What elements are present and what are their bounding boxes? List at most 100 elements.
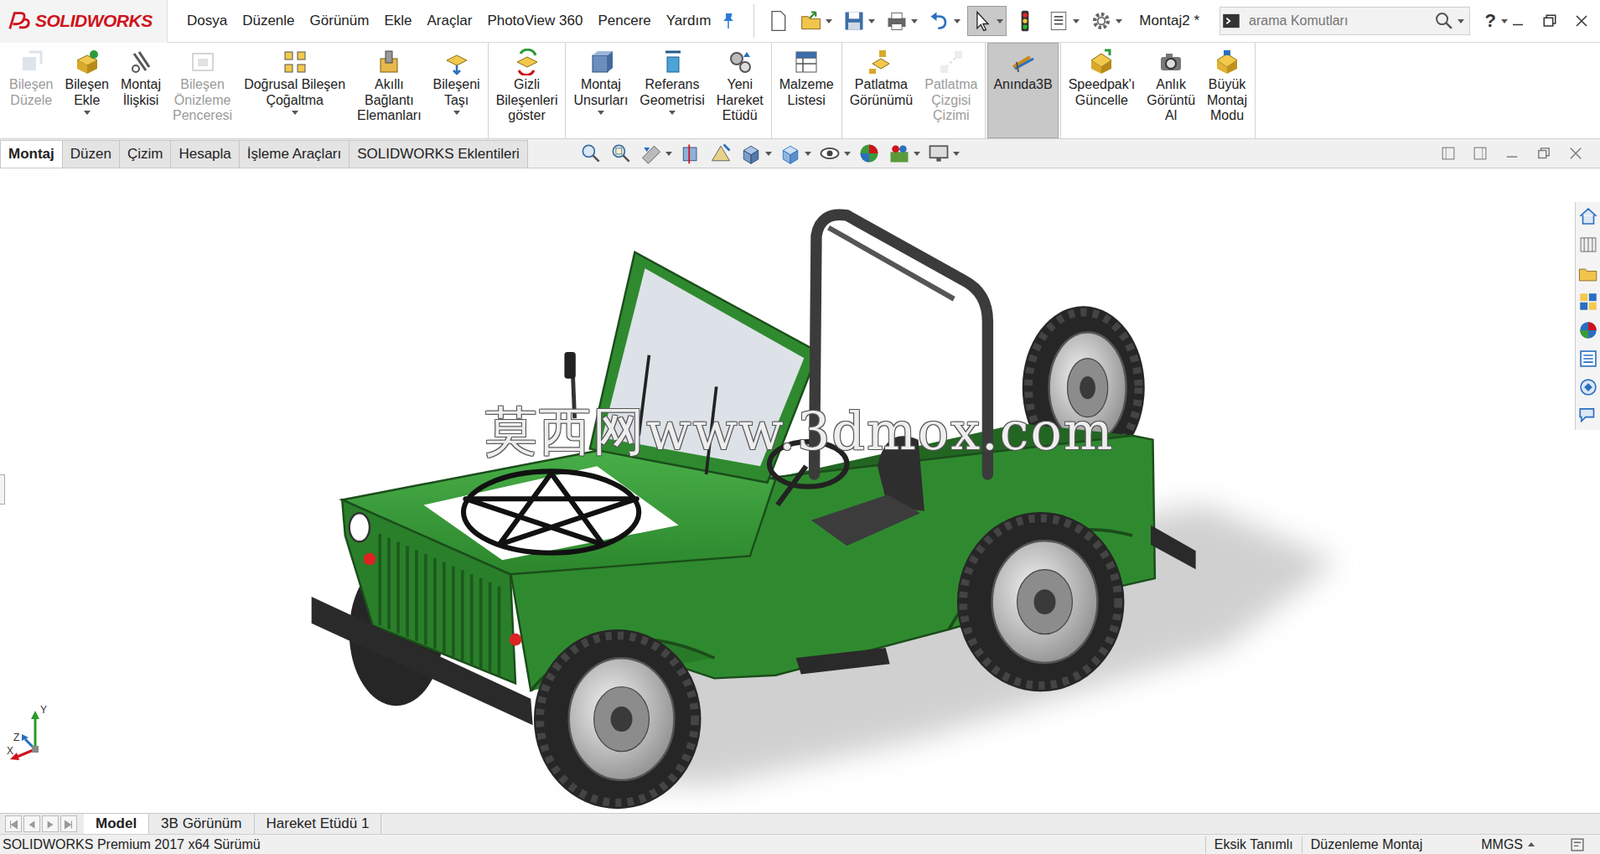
- save-icon[interactable]: [842, 9, 866, 33]
- restore-icon[interactable]: [1539, 10, 1560, 32]
- command-icon[interactable]: [1087, 48, 1116, 76]
- command-icon[interactable]: [280, 48, 310, 76]
- view-tool-button[interactable]: [818, 141, 851, 166]
- view-tool-button[interactable]: [887, 141, 921, 166]
- ribbon-button[interactable]: BileşenÖnizlemePenceresi: [166, 42, 239, 139]
- logo[interactable]: SOLIDWORKS: [0, 0, 168, 43]
- view-tool-button[interactable]: [926, 141, 960, 166]
- new-document-icon[interactable]: [766, 9, 790, 33]
- jeep-model[interactable]: [0, 168, 1600, 813]
- command-tab[interactable]: Çizim: [119, 139, 172, 168]
- rebuild-icon[interactable]: [1013, 9, 1037, 33]
- view-tool-button[interactable]: [857, 141, 881, 166]
- view-tool-button[interactable]: [678, 141, 703, 166]
- minimize-icon[interactable]: [1507, 10, 1528, 32]
- ribbon-button[interactable]: BüyükMontajModu: [1201, 42, 1254, 139]
- units-selector[interactable]: MMGS: [1472, 836, 1544, 854]
- command-icon[interactable]: [586, 48, 616, 76]
- previous-tab-icon[interactable]: [23, 815, 41, 833]
- command-icon[interactable]: [725, 48, 755, 76]
- zoom-area-icon[interactable]: [609, 141, 633, 166]
- ribbon-button[interactable]: PatlatmaÇizgisiÇizimi: [918, 42, 984, 139]
- file-explorer-icon[interactable]: [1577, 262, 1600, 285]
- quick-access-button[interactable]: [1043, 5, 1083, 37]
- dropdown-arrow-icon[interactable]: [597, 110, 605, 115]
- ribbon-button[interactable]: BileşeniTaşı: [427, 42, 487, 139]
- help-button[interactable]: ?: [1485, 10, 1497, 32]
- display-style-icon[interactable]: [778, 141, 803, 166]
- ribbon-button[interactable]: PatlatmaGörünümü: [844, 42, 920, 139]
- graphics-area[interactable]: 莫西网www.3dmox.comYZX: [0, 168, 1600, 813]
- ribbon-button[interactable]: AkıllıBağlantıElemanları: [351, 42, 427, 139]
- hide-show-icon[interactable]: [818, 141, 842, 166]
- dropdown-arrow-icon[interactable]: [291, 110, 299, 115]
- undo-icon[interactable]: [927, 9, 952, 33]
- doc-close-icon[interactable]: [1566, 144, 1585, 163]
- customize-icon[interactable]: [1568, 835, 1587, 854]
- ribbon-button[interactable]: GizliBileşenlerigöster: [490, 42, 565, 139]
- model-tab[interactable]: Hareket Etüdü 1: [254, 813, 383, 834]
- dropdown-arrow-icon[interactable]: [83, 110, 91, 115]
- home-icon[interactable]: [1577, 205, 1600, 228]
- view-palette-icon[interactable]: [1577, 290, 1600, 313]
- command-icon[interactable]: [866, 48, 896, 76]
- appearances-icon[interactable]: [1577, 319, 1600, 342]
- command-icon[interactable]: [374, 48, 404, 76]
- resources-icon[interactable]: [1577, 376, 1600, 399]
- quick-access-button[interactable]: [924, 5, 964, 37]
- command-icon[interactable]: [1009, 48, 1038, 76]
- quick-access-button[interactable]: [762, 5, 793, 37]
- file-properties-icon[interactable]: [1046, 9, 1071, 33]
- tile-left-icon[interactable]: [1439, 144, 1458, 163]
- design-library-icon[interactable]: [1577, 233, 1600, 256]
- command-tab[interactable]: Düzen: [62, 139, 120, 168]
- appearance-icon[interactable]: [857, 141, 881, 166]
- doc-minimize-icon[interactable]: [1502, 144, 1522, 163]
- command-tab[interactable]: Montaj: [0, 139, 63, 168]
- command-icon[interactable]: [512, 48, 542, 76]
- quick-access-button[interactable]: [1009, 5, 1041, 37]
- doc-restore-icon[interactable]: [1534, 144, 1554, 163]
- display-settings-icon[interactable]: [926, 141, 951, 166]
- quick-access-button[interactable]: [881, 5, 922, 37]
- ribbon-button[interactable]: BileşenEkle: [58, 42, 114, 139]
- ribbon-button[interactable]: ReferansGeometrisi: [633, 42, 710, 139]
- menu-item[interactable]: Yardım: [658, 12, 720, 30]
- close-icon[interactable]: [1571, 10, 1592, 32]
- quick-access-button[interactable]: [967, 5, 1007, 37]
- ribbon-button[interactable]: MalzemeListesi: [773, 42, 840, 139]
- command-icon[interactable]: [72, 48, 102, 76]
- menu-item[interactable]: Görünüm: [302, 12, 378, 30]
- forum-icon[interactable]: [1577, 404, 1600, 427]
- ribbon-button[interactable]: AnlıkGörüntüAl: [1140, 42, 1202, 139]
- view-tool-button[interactable]: [579, 141, 603, 166]
- command-search-icon[interactable]: [1220, 10, 1243, 32]
- print-icon[interactable]: [885, 9, 909, 33]
- model-tab[interactable]: 3B Görünüm: [149, 813, 254, 834]
- options-icon[interactable]: [1089, 9, 1114, 33]
- command-icon[interactable]: [188, 48, 218, 76]
- previous-view-icon[interactable]: [639, 141, 663, 166]
- command-tab[interactable]: İşleme Araçları: [238, 139, 350, 168]
- custom-properties-icon[interactable]: [1577, 347, 1600, 370]
- dynamic-annotation-icon[interactable]: [709, 141, 733, 166]
- command-tab[interactable]: Hesapla: [170, 139, 239, 168]
- view-tool-button[interactable]: [639, 141, 673, 166]
- dropdown-arrow-icon[interactable]: [453, 110, 461, 115]
- menu-item[interactable]: Pencere: [590, 12, 658, 30]
- ribbon-button[interactable]: Speedpak'ıGüncelle: [1062, 42, 1142, 139]
- model-tab[interactable]: Model: [83, 813, 150, 834]
- view-orientation-icon[interactable]: [739, 141, 763, 166]
- command-icon[interactable]: [1156, 48, 1186, 76]
- scene-icon[interactable]: [887, 141, 912, 166]
- command-icon[interactable]: [657, 48, 687, 76]
- open-icon[interactable]: [799, 9, 824, 33]
- ribbon-button[interactable]: YeniHareketEtüdü: [710, 42, 770, 139]
- command-icon[interactable]: [792, 48, 821, 76]
- quick-access-button[interactable]: [838, 5, 879, 37]
- ribbon-button[interactable]: Anında3B: [987, 42, 1058, 139]
- command-icon[interactable]: [16, 48, 46, 76]
- section-view-icon[interactable]: [678, 141, 703, 166]
- ds-logo-icon[interactable]: [6, 8, 32, 34]
- tile-right-icon[interactable]: [1470, 144, 1490, 163]
